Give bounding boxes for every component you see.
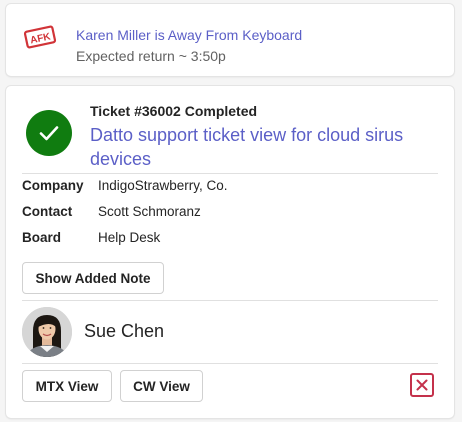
divider — [22, 173, 438, 174]
close-icon — [416, 379, 428, 391]
ticket-title[interactable]: Datto support ticket view for cloud siru… — [90, 123, 440, 171]
checkmark-icon — [26, 110, 72, 156]
fact-key: Contact — [22, 204, 73, 219]
afk-stamp-icon: AFK — [23, 25, 57, 49]
fact-key: Board — [22, 230, 62, 245]
fact-value: IndigoStrawberry, Co. — [98, 178, 228, 193]
afk-title: Karen Miller is Away From Keyboard — [76, 27, 303, 43]
ticket-status: Ticket #36002 Completed — [90, 103, 258, 119]
avatar — [22, 307, 72, 357]
ticket-card: Ticket #36002 Completed Datto support ti… — [6, 86, 454, 418]
fact-value: Scott Schmoranz — [98, 204, 201, 219]
cw-view-button[interactable]: CW View — [120, 370, 203, 402]
afk-expected-return: Expected return ~ 3:50p — [76, 48, 226, 64]
divider — [22, 363, 438, 364]
close-button[interactable] — [410, 373, 434, 397]
fact-key: Company — [22, 178, 84, 193]
fact-value: Help Desk — [98, 230, 161, 245]
fact-row-board: Board Help Desk — [22, 230, 422, 250]
show-added-note-button[interactable]: Show Added Note — [22, 262, 164, 294]
afk-status-card: AFK Karen Miller is Away From Keyboard E… — [6, 4, 454, 76]
fact-row-contact: Contact Scott Schmoranz — [22, 204, 422, 224]
mtx-view-button[interactable]: MTX View — [22, 370, 112, 402]
person-name: Sue Chen — [84, 321, 165, 341]
divider — [22, 300, 438, 301]
fact-row-company: Company IndigoStrawberry, Co. — [22, 178, 422, 198]
